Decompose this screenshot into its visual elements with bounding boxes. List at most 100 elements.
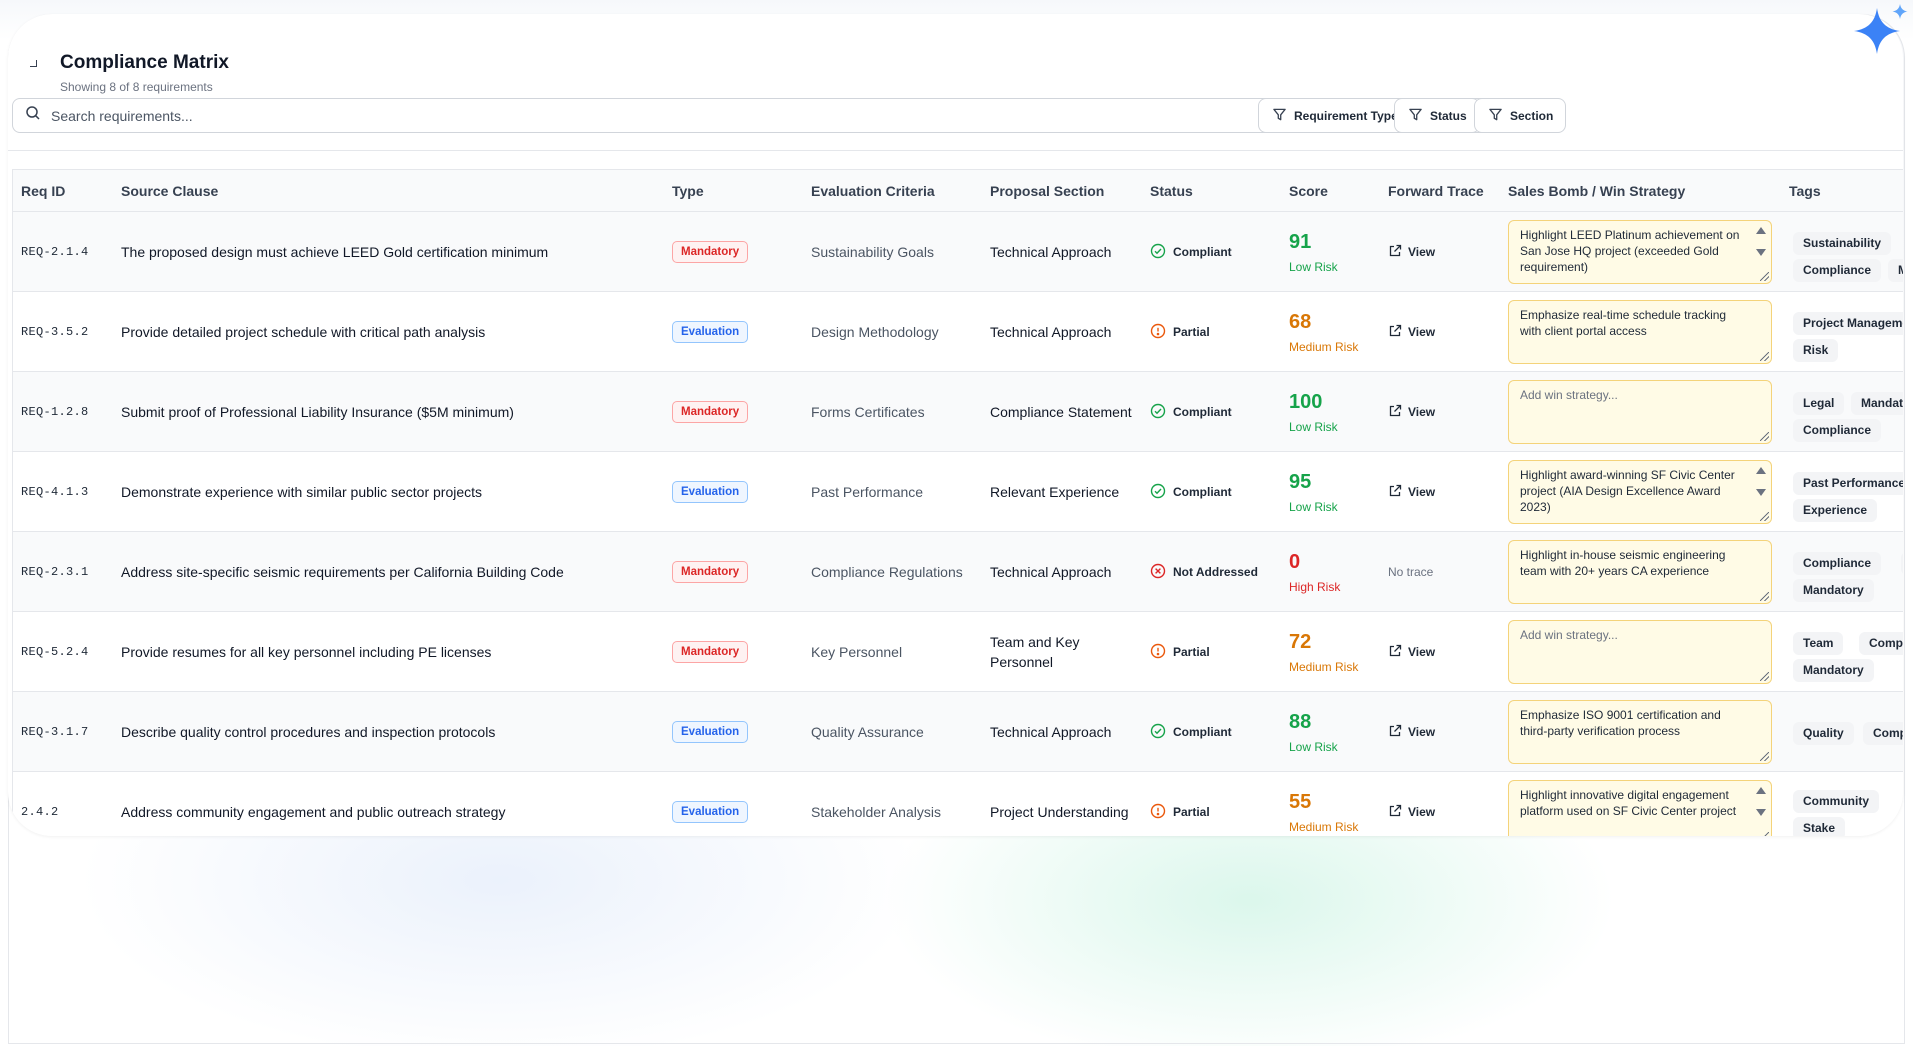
table-row[interactable]: REQ-2.1.4 The proposed design must achiev… xyxy=(13,212,1903,292)
tag-chip[interactable]: Mandatory xyxy=(1793,659,1874,682)
view-trace-link[interactable]: View xyxy=(1388,484,1435,501)
tag-chip[interactable]: Project Manageme xyxy=(1793,312,1903,335)
win-strategy-textarea[interactable]: Highlight LEED Platinum achievement on S… xyxy=(1508,220,1772,284)
source-clause: Provide detailed project schedule with c… xyxy=(121,324,486,340)
tags-cell: Sustainability Compliance Ma xyxy=(1793,212,1903,292)
col-type[interactable]: Type xyxy=(672,170,704,212)
scroll-up-icon[interactable] xyxy=(1756,227,1766,234)
tag-chip[interactable]: Compl xyxy=(1863,722,1903,745)
score-value: 100 xyxy=(1289,391,1323,413)
resize-handle-icon[interactable] xyxy=(1760,272,1769,281)
collapse-corner-icon[interactable] xyxy=(30,60,37,67)
evaluation-criteria-cell: Design Methodology xyxy=(811,292,939,372)
textarea-scrollbar[interactable] xyxy=(1755,465,1767,513)
resize-handle-icon[interactable] xyxy=(1760,432,1769,441)
scroll-up-icon[interactable] xyxy=(1756,787,1766,794)
win-strategy-textarea[interactable]: Highlight innovative digital engagement … xyxy=(1508,780,1772,836)
evaluation-criteria: Compliance Regulations xyxy=(811,564,963,580)
view-trace-link[interactable]: View xyxy=(1388,244,1435,261)
view-trace-link[interactable]: View xyxy=(1388,724,1435,741)
proposal-section-cell: Technical Approach xyxy=(990,532,1135,612)
table-row[interactable]: REQ-4.1.3 Demonstrate experience with sim… xyxy=(13,452,1903,532)
resize-handle-icon[interactable] xyxy=(1760,512,1769,521)
source-clause-cell: Submit proof of Professional Liability I… xyxy=(121,372,514,452)
tag-chip[interactable]: Risk xyxy=(1793,339,1839,362)
scroll-down-icon[interactable] xyxy=(1756,489,1766,496)
status-filter-button[interactable]: Status xyxy=(1394,98,1480,133)
col-proposal-section[interactable]: Proposal Section xyxy=(990,170,1104,212)
table-row[interactable]: REQ-3.1.7 Describe quality control proced… xyxy=(13,692,1903,772)
search-input[interactable] xyxy=(51,107,1451,124)
win-strategy-textarea[interactable]: Highlight in-house seismic engineering t… xyxy=(1508,540,1772,604)
no-trace-label: No trace xyxy=(1388,565,1434,579)
col-score[interactable]: Score xyxy=(1289,170,1328,212)
textarea-scrollbar[interactable] xyxy=(1755,785,1767,833)
score-cell: 55 Medium Risk xyxy=(1289,772,1358,836)
proposal-section: Relevant Experience xyxy=(990,484,1120,500)
table-row[interactable]: REQ-3.5.2 Provide detailed project schedu… xyxy=(13,292,1903,372)
table-row[interactable]: 2.4.2 Address community engagement and pu… xyxy=(13,772,1903,836)
risk-label: Medium Risk xyxy=(1289,340,1359,354)
scroll-down-icon[interactable] xyxy=(1756,809,1766,816)
tag-chip[interactable]: Mandatory xyxy=(1793,579,1874,602)
tag-chip[interactable]: Legal xyxy=(1793,392,1845,415)
risk-label: Low Risk xyxy=(1289,740,1338,754)
col-forward-trace[interactable]: Forward Trace xyxy=(1388,170,1484,212)
evaluation-criteria: Design Methodology xyxy=(811,324,939,340)
external-link-icon xyxy=(1388,724,1402,741)
win-strategy-textarea[interactable]: Highlight award-winning SF Civic Center … xyxy=(1508,460,1772,524)
table-row[interactable]: REQ-1.2.8 Submit proof of Professional Li… xyxy=(13,372,1903,452)
col-evaluation-criteria[interactable]: Evaluation Criteria xyxy=(811,170,935,212)
win-strategy-textarea[interactable]: Add win strategy... xyxy=(1508,380,1772,444)
table-row[interactable]: REQ-5.2.4 Provide resumes for all key per… xyxy=(13,612,1903,692)
proposal-section-cell: Relevant Experience xyxy=(990,452,1135,532)
scroll-down-icon[interactable] xyxy=(1756,249,1766,256)
win-strategy-textarea[interactable]: Add win strategy... xyxy=(1508,620,1772,684)
col-tags[interactable]: Tags xyxy=(1789,170,1821,212)
col-source-clause[interactable]: Source Clause xyxy=(121,170,218,212)
col-status[interactable]: Status xyxy=(1150,170,1193,212)
resize-handle-icon[interactable] xyxy=(1760,752,1769,761)
view-trace-link[interactable]: View xyxy=(1388,804,1435,821)
win-strategy-textarea[interactable]: Emphasize ISO 9001 certification and thi… xyxy=(1508,700,1772,764)
tag-chip[interactable]: Compliance xyxy=(1793,259,1882,282)
textarea-scrollbar[interactable] xyxy=(1755,225,1767,273)
requirement-type-filter-button[interactable]: Requirement Type xyxy=(1258,98,1411,133)
tag-chip[interactable]: Stake xyxy=(1793,817,1846,836)
tag-chip[interactable]: Team xyxy=(1793,632,1844,655)
filter-label: Requirement Type xyxy=(1294,108,1398,123)
view-trace-link[interactable]: View xyxy=(1388,644,1435,661)
tag-chip[interactable]: Mandato xyxy=(1851,392,1903,415)
external-link-icon xyxy=(1388,404,1402,421)
tag-chip[interactable]: Ri xyxy=(1901,552,1903,575)
col-win-strategy[interactable]: Sales Bomb / Win Strategy xyxy=(1508,170,1685,212)
status-label: Compliant xyxy=(1173,485,1232,499)
external-link-icon xyxy=(1388,244,1402,261)
tag-chip[interactable]: Past Performance xyxy=(1793,472,1903,495)
view-label: View xyxy=(1408,645,1436,659)
tag-chip[interactable]: Sustainability xyxy=(1793,232,1892,255)
forward-trace-cell: View xyxy=(1388,692,1435,772)
sparkle-icon[interactable] xyxy=(1850,4,1910,64)
tag-chip[interactable]: Quality xyxy=(1793,722,1854,745)
win-strategy-textarea[interactable]: Emphasize real-time schedule tracking wi… xyxy=(1508,300,1772,364)
tag-chip[interactable]: Compliance xyxy=(1793,552,1882,575)
col-req-id[interactable]: Req ID xyxy=(21,170,65,212)
req-id: REQ-3.5.2 xyxy=(21,325,89,339)
resize-handle-icon[interactable] xyxy=(1760,592,1769,601)
tag-chip[interactable]: Complia xyxy=(1859,632,1903,655)
source-clause: Address community engagement and public … xyxy=(121,804,506,820)
scroll-up-icon[interactable] xyxy=(1756,467,1766,474)
section-filter-button[interactable]: Section xyxy=(1474,98,1567,133)
resize-handle-icon[interactable] xyxy=(1760,352,1769,361)
req-id: REQ-2.3.1 xyxy=(21,565,89,579)
tag-chip[interactable]: Experience xyxy=(1793,499,1878,522)
resize-handle-icon[interactable] xyxy=(1760,672,1769,681)
resize-handle-icon[interactable] xyxy=(1760,832,1769,836)
tag-chip[interactable]: Compliance xyxy=(1793,419,1882,442)
view-trace-link[interactable]: View xyxy=(1388,324,1435,341)
tag-chip[interactable]: Community xyxy=(1793,790,1879,813)
tag-chip[interactable]: Ma xyxy=(1888,259,1903,282)
table-row[interactable]: REQ-2.3.1 Address site-specific seismic r… xyxy=(13,532,1903,612)
view-trace-link[interactable]: View xyxy=(1388,404,1435,421)
